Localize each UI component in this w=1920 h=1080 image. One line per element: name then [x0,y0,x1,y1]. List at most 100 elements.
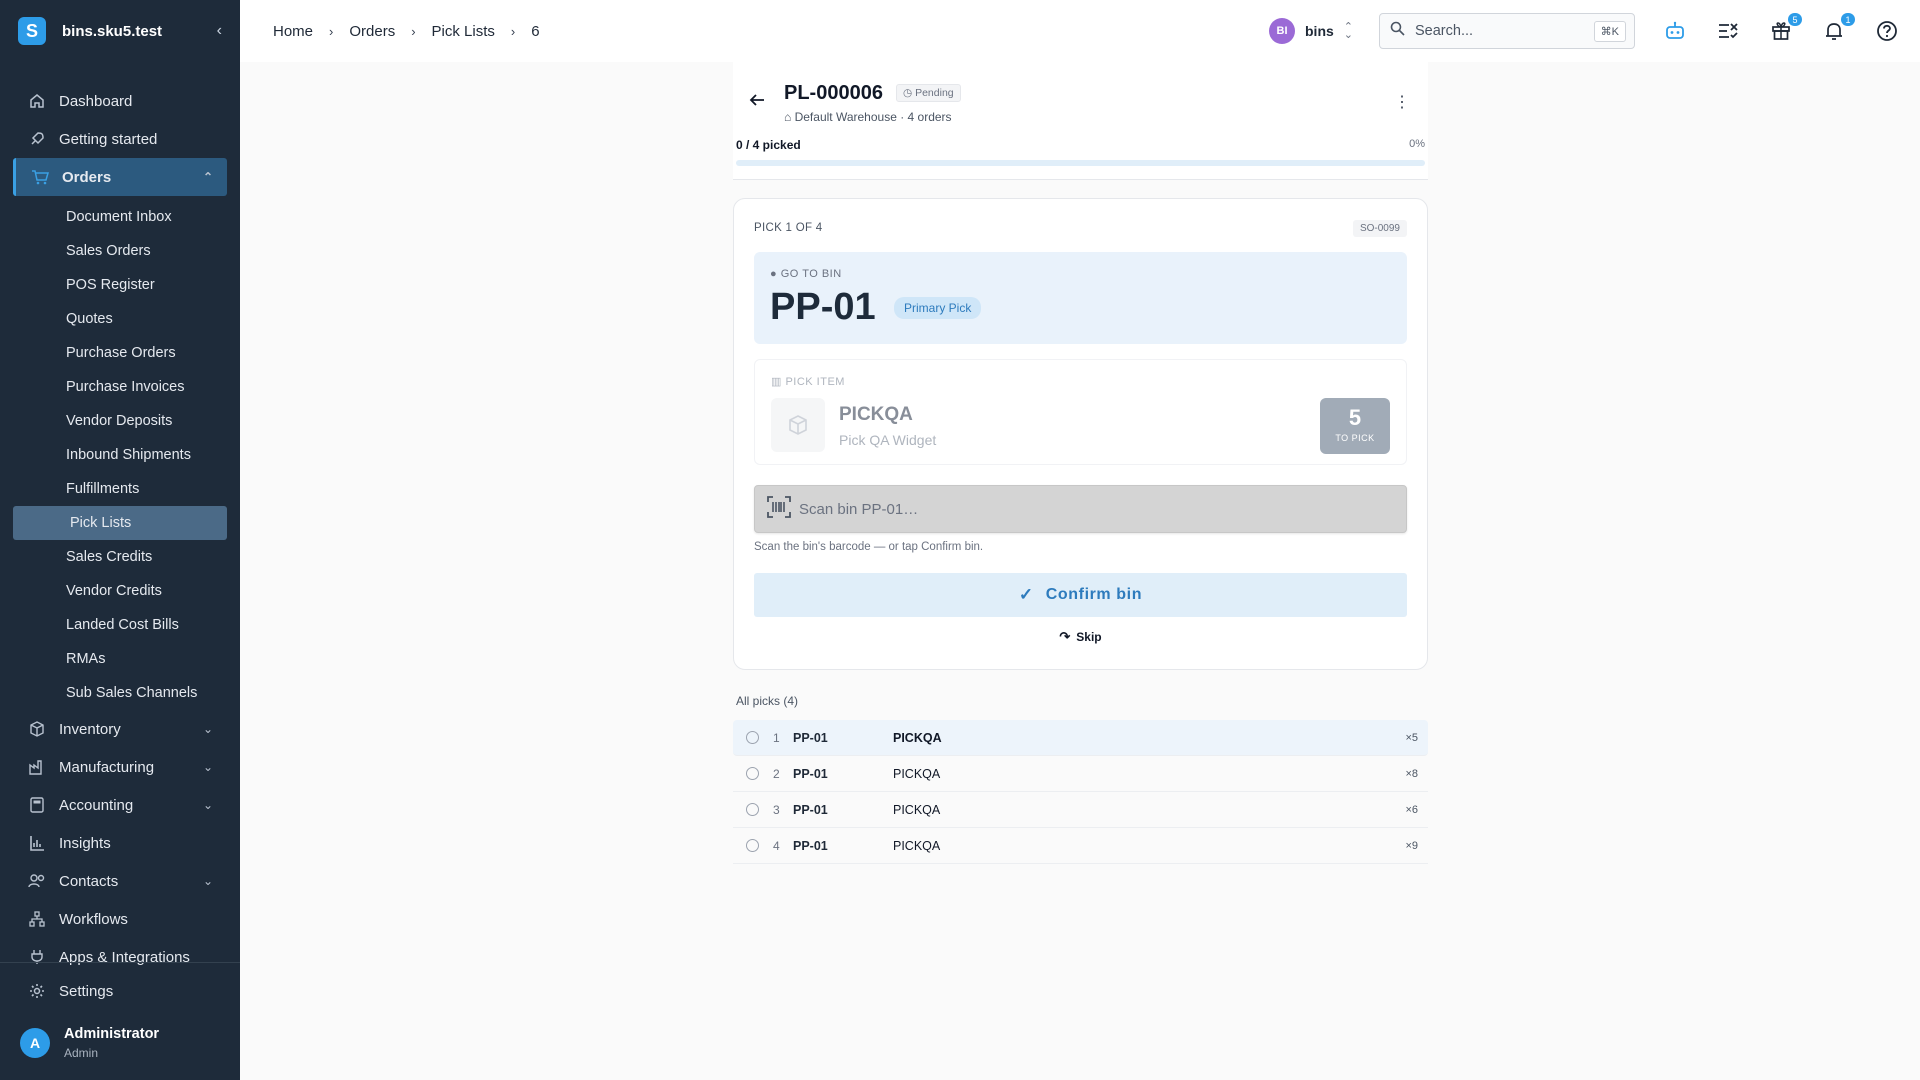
scan-bin-input[interactable]: Scan bin PP-01… [754,485,1407,533]
chevron-down-icon: ⌄ [202,798,213,812]
sidebar-subitem-rmas[interactable]: RMAs [0,642,240,676]
sidebar-item-insights[interactable]: Insights [0,824,240,862]
current-pick-card: PICK 1 OF 4 SO-0099 ● GO TO BIN PP-01 Pr… [733,198,1428,670]
workflow-icon [27,909,47,929]
topbar: Home › Orders › Pick Lists › 6 BI bins ⌃… [240,0,1920,62]
app-logo[interactable]: S [18,17,46,45]
sidebar-subitem-vendor-deposits[interactable]: Vendor Deposits [0,404,240,438]
go-to-bin-label: ● GO TO BIN [770,268,842,280]
pick-sku: PICKQA [893,838,941,853]
gift-icon[interactable]: 5 [1768,13,1802,44]
list-item[interactable]: 4 PP-01 PICKQA ×9 [733,828,1428,864]
sidebar-item-workflows[interactable]: Workflows [0,900,240,938]
pick-item-text: PICK ITEM [785,376,845,388]
pick-position: PICK 1 OF 4 [754,222,823,234]
page-title: PL-000006 [784,82,883,104]
sidebar-subitem-purchase-orders[interactable]: Purchase Orders [0,336,240,370]
calculator-icon [27,795,47,815]
breadcrumb-orders[interactable]: Orders [349,23,395,40]
bin-code: PP-01 [770,286,876,328]
warehouse-info: ⌂ Default Warehouse · 4 orders [784,110,952,124]
user-profile[interactable]: A Administrator Admin [20,1026,159,1060]
sidebar-subitem-landed-cost-bills[interactable]: Landed Cost Bills [0,608,240,642]
sidebar-subitem-sub-sales-channels[interactable]: Sub Sales Channels [0,676,240,710]
skip-label: Skip [1076,630,1102,644]
breadcrumb-home[interactable]: Home [273,23,313,40]
list-item[interactable]: 1 PP-01 PICKQA ×5 [733,720,1428,756]
pick-radio[interactable] [746,731,759,744]
breadcrumb-current: 6 [531,22,540,40]
topbar-actions: BI bins ⌃ ⌄ Search... ⌘K 5 1 [1269,13,1920,49]
sidebar-subitem-quotes[interactable]: Quotes [0,302,240,336]
sidebar-item-orders[interactable]: Orders ⌃ [13,158,227,196]
breadcrumb-separator-icon: › [411,23,416,39]
sidebar-subitem-sales-credits[interactable]: Sales Credits [0,540,240,574]
sidebar-item-getting-started[interactable]: Getting started [0,120,240,158]
breadcrumb-separator-icon: › [329,23,334,39]
sidebar-subitem-inbound-shipments[interactable]: Inbound Shipments [0,438,240,472]
clock-icon: ◷ [903,87,916,99]
sidebar-subitem-fulfillments[interactable]: Fulfillments [0,472,240,506]
progress-bar [736,160,1425,166]
user-info: Administrator Admin [64,1026,159,1060]
search-input[interactable]: Search... ⌘K [1379,13,1635,49]
gift-badge: 5 [1788,13,1802,26]
org-switcher[interactable]: BI bins ⌃ ⌄ [1269,18,1353,44]
bell-icon[interactable]: 1 [1821,13,1855,44]
search-placeholder: Search... [1415,23,1474,39]
pick-number: 1 [773,730,780,745]
sidebar-item-contacts[interactable]: Contacts ⌄ [0,862,240,900]
skip-button[interactable]: ↷ Skip [734,629,1427,645]
sidebar-item-dashboard[interactable]: Dashboard [0,82,240,120]
location-pin-icon: ● [770,268,778,280]
quantity-label: TO PICK [1335,433,1375,443]
chart-icon [27,833,47,853]
user-role: Admin [64,1046,99,1060]
pick-bin: PP-01 [793,802,828,817]
collapse-sidebar-icon[interactable]: ‹ [217,22,222,40]
sidebar-item-label: Inventory [59,720,121,738]
sidebar-subitem-sales-orders[interactable]: Sales Orders [0,234,240,268]
sidebar-subitem-purchase-invoices[interactable]: Purchase Invoices [0,370,240,404]
warehouse-label: Default Warehouse · 4 orders [794,110,952,124]
tasks-icon[interactable] [1715,18,1741,44]
pick-qty: ×9 [1405,839,1418,852]
sidebar-item-manufacturing[interactable]: Manufacturing ⌄ [0,748,240,786]
more-options-icon[interactable]: ⋮ [1394,92,1410,112]
rocket-icon [27,129,47,149]
sidebar-item-inventory[interactable]: Inventory ⌄ [0,710,240,748]
ai-assistant-icon[interactable] [1662,18,1688,44]
item-name: Pick QA Widget [839,432,937,448]
help-icon[interactable] [1874,18,1900,44]
check-icon: ✓ [1018,585,1034,604]
scan-help-text: Scan the bin's barcode — or tap Confirm … [754,541,984,553]
sidebar-item-accounting[interactable]: Accounting ⌄ [0,786,240,824]
sidebar-subitem-document-inbox[interactable]: Document Inbox [0,200,240,234]
progress-percent: 0% [1409,138,1425,150]
people-icon [27,871,47,891]
list-item[interactable]: 2 PP-01 PICKQA ×8 [733,756,1428,792]
sidebar-item-label: Manufacturing [59,758,155,776]
pick-radio[interactable] [746,767,759,780]
sidebar-item-settings[interactable]: Settings [0,972,240,1010]
back-arrow-icon[interactable] [749,92,765,113]
barcode-scan-icon [767,495,791,523]
pick-item-box: ▥ PICK ITEM PICKQA Pick QA Widget 5 TO P… [754,359,1407,465]
pick-radio[interactable] [746,839,759,852]
cart-icon [30,167,50,187]
avatar: A [20,1028,50,1058]
pick-bin: PP-01 [793,730,828,745]
sidebar-item-apps-integrations[interactable]: Apps & Integrations [0,938,240,976]
sidebar-nav: Dashboard Getting started Orders ⌃ Docum… [0,62,240,976]
sidebar-subitem-pos-register[interactable]: POS Register [0,268,240,302]
list-item[interactable]: 3 PP-01 PICKQA ×6 [733,792,1428,828]
breadcrumb-pick-lists[interactable]: Pick Lists [432,23,495,40]
confirm-bin-button[interactable]: ✓ Confirm bin [754,573,1407,617]
plug-icon [27,947,47,967]
sidebar-subitem-pick-lists[interactable]: Pick Lists [13,506,227,540]
pick-radio[interactable] [746,803,759,816]
redo-icon: ↷ [1059,629,1071,644]
pick-number: 2 [773,766,780,781]
order-reference-tag[interactable]: SO-0099 [1352,220,1407,237]
sidebar-subitem-vendor-credits[interactable]: Vendor Credits [0,574,240,608]
